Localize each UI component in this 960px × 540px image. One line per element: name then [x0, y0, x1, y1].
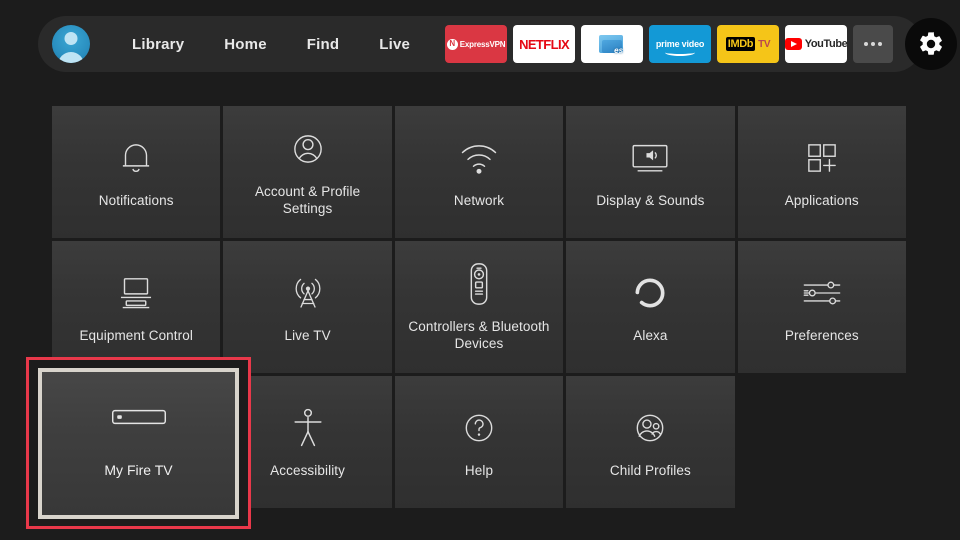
app-shortcut-youtube[interactable]: YouTube — [785, 25, 848, 63]
app-shortcut-imdb-tv[interactable]: IMDb TV — [717, 25, 780, 63]
settings-tile-label: Child Profiles — [609, 462, 691, 478]
expressvpn-wordmark: ExpressVPN — [459, 39, 506, 49]
expressvpn-logo: N ExpressVPN — [446, 38, 506, 50]
settings-tile-notifications[interactable]: Notifications — [52, 106, 221, 238]
settings-tile-account-profile[interactable]: Account & Profile Settings — [223, 106, 392, 238]
app-shortcut-es-file-explorer[interactable]: es — [581, 25, 644, 63]
imdb-wordmark: IMDb — [725, 37, 756, 51]
child-profiles-icon — [629, 402, 671, 454]
es-file-explorer-wordmark: es — [614, 46, 624, 55]
settings-tile-label: Accessibility — [270, 462, 345, 478]
nav-item-live[interactable]: Live — [379, 36, 410, 53]
ellipsis-icon — [864, 42, 883, 46]
settings-tile-label: Alexa — [633, 327, 668, 343]
settings-tile-label: Notifications — [98, 192, 174, 208]
app-shortcut-row: N ExpressVPN NETFLIX es prime video IMDb… — [445, 18, 958, 70]
settings-tile-help[interactable]: Help — [394, 376, 564, 508]
settings-tile-label: Controllers & Bluetooth Devices — [408, 319, 550, 351]
settings-tile-label: Display & Sounds — [596, 192, 705, 208]
firestick-icon — [110, 406, 168, 452]
avatar-body-shape — [58, 52, 84, 63]
app-shortcut-netflix[interactable]: NETFLIX — [513, 25, 576, 63]
fire-tv-settings-screen: Library Home Find Live N ExpressVPN NETF… — [0, 0, 960, 540]
profile-avatar[interactable] — [52, 25, 90, 63]
wifi-icon — [457, 132, 501, 184]
settings-grid-empty-cell — [738, 376, 906, 508]
alexa-ring-icon — [629, 267, 671, 319]
youtube-play-icon — [785, 38, 802, 50]
settings-tile-network[interactable]: Network — [394, 106, 564, 238]
accessibility-icon — [289, 402, 327, 454]
youtube-wordmark: YouTube — [804, 38, 848, 50]
sliders-icon — [799, 267, 845, 319]
prime-video-smile-icon — [665, 49, 696, 56]
nav-item-home[interactable]: Home — [224, 36, 266, 53]
settings-tile-label: Live TV — [284, 327, 331, 343]
expressvpn-badge-icon: N — [446, 38, 458, 50]
settings-tile-applications[interactable]: Applications — [737, 106, 906, 238]
settings-tile-label: Account & Profile Settings — [254, 184, 361, 216]
nav-links: Library Home Find Live — [132, 36, 410, 53]
imdb-tv-logo: IMDb TV — [725, 37, 771, 51]
equipment-icon — [113, 267, 159, 319]
settings-tile-preferences[interactable]: Preferences — [737, 241, 906, 373]
nav-item-find[interactable]: Find — [307, 36, 339, 53]
settings-tile-label: Preferences — [784, 327, 859, 343]
antenna-icon — [287, 267, 329, 319]
app-grid-icon — [801, 132, 843, 184]
settings-tile-alexa[interactable]: Alexa — [566, 241, 735, 373]
nav-item-library[interactable]: Library — [132, 36, 184, 53]
settings-tile-controllers-bluetooth[interactable]: Controllers & Bluetooth Devices — [394, 241, 564, 373]
settings-tile-label: Help — [464, 462, 494, 478]
more-apps-button[interactable] — [853, 25, 894, 63]
remote-icon — [466, 258, 492, 310]
settings-tile-my-fire-tv[interactable]: My Fire TV — [38, 368, 239, 519]
settings-tile-label: Applications — [784, 192, 859, 208]
settings-tile-label: My Fire TV — [104, 461, 173, 478]
prime-video-wordmark: prime video — [655, 38, 705, 49]
settings-tile-live-tv[interactable]: Live TV — [223, 241, 392, 373]
settings-gear-button[interactable] — [905, 18, 958, 70]
my-fire-tv-selection-highlight: My Fire TV — [26, 357, 251, 529]
display-sound-icon — [627, 132, 673, 184]
app-shortcut-prime-video[interactable]: prime video — [649, 25, 712, 63]
gear-icon — [920, 32, 942, 55]
question-circle-icon — [458, 402, 500, 454]
es-file-explorer-icon: es — [599, 33, 625, 55]
top-navigation-bar: Library Home Find Live N ExpressVPN NETF… — [38, 16, 958, 72]
settings-tile-label: Equipment Control — [79, 327, 193, 343]
bell-icon — [115, 132, 157, 184]
settings-tile-display-sounds[interactable]: Display & Sounds — [566, 106, 735, 238]
app-shortcut-expressvpn[interactable]: N ExpressVPN — [445, 25, 508, 63]
youtube-logo: YouTube — [785, 38, 847, 50]
imdb-tv-suffix: TV — [758, 38, 771, 50]
avatar-head-shape — [64, 32, 78, 45]
settings-tile-equipment-control[interactable]: Equipment Control — [52, 241, 221, 373]
settings-tile-label: Network — [453, 192, 505, 208]
netflix-wordmark: NETFLIX — [519, 36, 570, 52]
settings-tile-child-profiles[interactable]: Child Profiles — [566, 376, 735, 508]
user-circle-icon — [287, 123, 329, 175]
